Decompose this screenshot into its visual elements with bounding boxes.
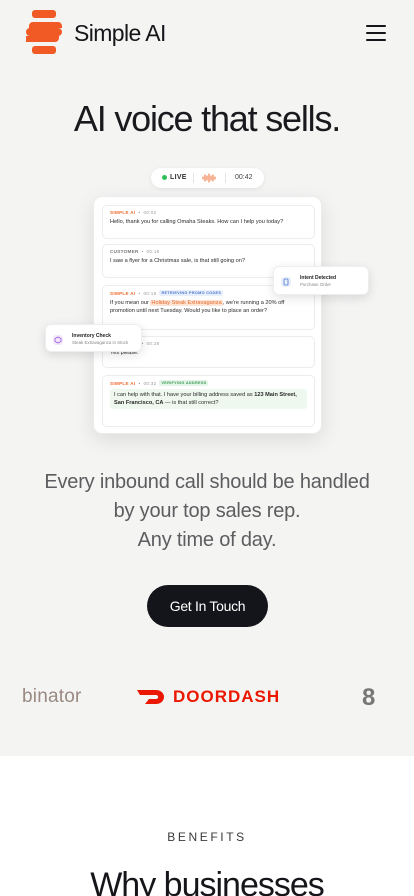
customer-logos: binator DOORDASH 8 [0, 672, 414, 720]
transcript-message: SIMPLE AI • 00:02 Hello, thank you for cal… [102, 205, 315, 239]
box-icon [53, 335, 63, 345]
get-in-touch-button[interactable]: Get In Touch [147, 585, 268, 627]
promo-highlight: Holiday Steak Extravaganza [150, 300, 223, 306]
audio-wave-icon [202, 173, 216, 183]
hero-tagline: Every inbound call should be handled by … [44, 471, 370, 551]
doordash-logo: DOORDASH [173, 687, 281, 706]
hero-title: AI voice that sells. [73, 98, 341, 139]
call-timer: 00:42 [235, 174, 253, 181]
menu-button[interactable] [366, 24, 388, 42]
simple-ai-logo[interactable] [25, 10, 63, 54]
transcript-card: SIMPLE AI • 00:02 Hello, thank you for cal… [93, 196, 322, 434]
doordash-icon [137, 690, 164, 704]
live-label: LIVE [170, 174, 187, 181]
brand-name[interactable]: Simple AI [74, 20, 166, 47]
intent-detected-card: Intent Detected Purchase Order [273, 266, 369, 295]
benefits-title: Why businesses [90, 866, 325, 896]
transcript-message: SIMPLE AI • 00:32 VERIFYING ADDRESS I can h… [102, 375, 315, 427]
status-tag: RETRIEVING PROMO CODES [159, 290, 224, 296]
ycombinator-logo: binator [22, 686, 82, 707]
live-indicator-icon [162, 175, 167, 180]
partial-logo: 8 [362, 684, 376, 711]
hamburger-icon [366, 25, 386, 27]
inventory-check-card: Inventory Check Steak Extravaganza in St… [45, 324, 142, 352]
benefits-eyebrow: BENEFITS [167, 830, 247, 844]
top-nav: Simple AI [0, 0, 414, 66]
status-tag: VERIFYING ADDRESS [159, 380, 209, 386]
clipboard-icon [281, 277, 291, 287]
